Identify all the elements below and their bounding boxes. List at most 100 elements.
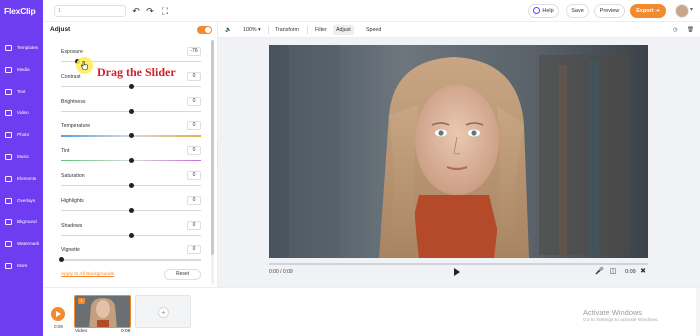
media-icon (5, 66, 12, 73)
saturation-value-input[interactable]: 0 (187, 171, 201, 180)
tint-slider-handle[interactable] (128, 158, 134, 164)
sidebar-item-video[interactable]: Video (0, 107, 43, 125)
video-frame-image (269, 45, 648, 258)
chevron-down-icon[interactable]: ▾ (690, 6, 693, 13)
project-title-input[interactable]: 1 (54, 5, 126, 17)
preview-button[interactable]: Preview (594, 4, 625, 18)
shadows-slider-handle[interactable] (128, 232, 134, 238)
toolbar-divider (307, 26, 308, 34)
highlights-label: Highlights (61, 197, 84, 204)
zoom-select[interactable]: 100% ▾ (240, 25, 264, 35)
temperature-slider-row: Temperature 0 (61, 121, 201, 143)
clock-icon[interactable]: ◷ (670, 25, 681, 35)
export-button[interactable]: Export ➔ (630, 4, 666, 18)
sidebar-item-elements[interactable]: Elements (0, 173, 43, 191)
playback-progress-bar[interactable] (269, 263, 648, 265)
fullscreen-icon[interactable]: ⛶ (160, 5, 170, 17)
tab-transform[interactable]: Transform (272, 25, 302, 35)
adjust-toggle[interactable] (197, 26, 212, 34)
tab-speed[interactable]: Speed (363, 25, 384, 35)
plus-icon[interactable]: + (158, 307, 169, 318)
timeline-scrollbar[interactable] (696, 288, 700, 336)
exposure-value-input[interactable]: -76 (187, 47, 201, 56)
vignette-slider-row: Vignette 0 (58, 245, 201, 267)
contrast-value-input[interactable]: 0 (187, 71, 201, 81)
sidebar-item-label: Photo (17, 132, 30, 138)
vignette-slider-track[interactable] (61, 259, 201, 261)
scrollbar-thumb[interactable] (211, 40, 214, 255)
volume-icon[interactable]: 🔈 (222, 25, 235, 35)
video-preview[interactable] (269, 45, 648, 258)
contrast-slider-handle[interactable] (128, 83, 134, 89)
tint-slider-row: Tint 0 (61, 146, 201, 168)
temperature-label: Temperature (61, 123, 91, 130)
toolbar-divider (268, 26, 269, 34)
avatar[interactable] (675, 4, 689, 18)
undo-icon[interactable]: ↶ (131, 5, 141, 17)
brightness-slider-row: Brightness 0 (61, 96, 201, 119)
temperature-slider-handle[interactable] (128, 133, 134, 139)
current-time: 0:00 / 0:09 (269, 269, 293, 275)
brightness-value-input[interactable]: 0 (187, 96, 201, 106)
templates-icon (5, 45, 12, 51)
timeline-play-button[interactable] (51, 307, 65, 321)
duration-label: 0:09 (625, 269, 636, 275)
top-bar: FlexClip 1 ↶ ↷ ⛶ Help Save Preview Expor… (0, 0, 700, 22)
collapse-arrows-icon[interactable]: ✖ (639, 268, 647, 276)
sidebar-nav: Templates Media Text Video Photo Music Element… (0, 22, 43, 336)
activation-watermark-title: Activate Windows (583, 308, 643, 317)
tab-adjust[interactable]: Adjust (333, 25, 354, 35)
shadows-value-input[interactable]: 0 (187, 220, 201, 230)
redo-icon[interactable]: ↷ (145, 5, 155, 17)
saturation-slider-handle[interactable] (128, 183, 134, 188)
play-icon[interactable] (454, 268, 460, 276)
sidebar-item-text[interactable]: Text (0, 86, 43, 104)
add-scene-slot[interactable]: + (135, 295, 191, 328)
clip-label: Video (75, 329, 88, 334)
text-icon (5, 88, 12, 95)
sidebar-item-label: Text (17, 88, 26, 94)
sidebar-item-templates[interactable]: Templates (0, 42, 43, 60)
apply-all-link[interactable]: Apply to All Backgrounds (61, 272, 114, 277)
watermark-icon (5, 241, 12, 248)
sidebar-item-label: Bkground (17, 219, 37, 225)
tab-filter[interactable]: Filter (312, 25, 330, 35)
preview-stage: 0:00 / 0:09 🎤 ◫ 0:09 ✖ (218, 38, 700, 287)
save-button[interactable]: Save (566, 4, 589, 18)
highlights-value-input[interactable]: 0 (187, 195, 201, 205)
sidebar-item-music[interactable]: Music (0, 151, 43, 169)
highlights-slider-handle[interactable] (128, 207, 134, 213)
overlays-icon (5, 197, 12, 204)
sidebar-item-overlays[interactable]: Overlays (0, 195, 43, 213)
video-clip-thumbnail[interactable]: 1 (74, 295, 131, 328)
sidebar-item-more[interactable]: More (0, 260, 43, 278)
editor-toolbar: 🔈 100% ▾ Transform Filter Adjust Speed ◷… (218, 22, 700, 38)
vignette-label: Vignette (61, 247, 80, 254)
help-button[interactable]: Help (528, 4, 559, 18)
sidebar-item-label: Music (17, 154, 29, 159)
microphone-icon[interactable]: 🎤 (595, 268, 604, 276)
timeline-time: 0:09 (54, 324, 63, 329)
help-icon (533, 6, 541, 14)
split-view-icon[interactable]: ◫ (609, 268, 617, 276)
shadows-slider-row: Shadows 0 (61, 220, 201, 243)
adjust-panel: Adjust Exposure -76 Contrast 0 Brightness 0 Te… (43, 22, 218, 287)
delete-icon[interactable]: 🗑 (684, 25, 697, 35)
sidebar-item-media[interactable]: Media (0, 64, 43, 82)
sidebar-item-bkground[interactable]: Bkground (0, 216, 43, 234)
tint-value-input[interactable]: 0 (187, 146, 201, 156)
vignette-value-input[interactable]: 0 (187, 245, 201, 255)
reset-button[interactable]: Reset (164, 269, 201, 280)
sidebar-item-watermark[interactable]: Watermark (0, 238, 43, 256)
temperature-value-input[interactable]: 0 (187, 121, 201, 131)
contrast-label: Contrast (61, 73, 81, 80)
brand-logo[interactable]: FlexClip (0, 0, 43, 22)
saturation-slider-row: Saturation 0 (61, 171, 201, 193)
brightness-slider-handle[interactable] (128, 108, 134, 114)
sidebar-item-photo[interactable]: Photo (0, 129, 43, 147)
tint-label: Tint (61, 148, 70, 155)
vignette-slider-handle[interactable] (58, 257, 64, 263)
sidebar-item-label: More (17, 263, 28, 268)
clip-number-badge: 1 (78, 298, 85, 304)
panel-scrollbar[interactable] (211, 40, 214, 285)
